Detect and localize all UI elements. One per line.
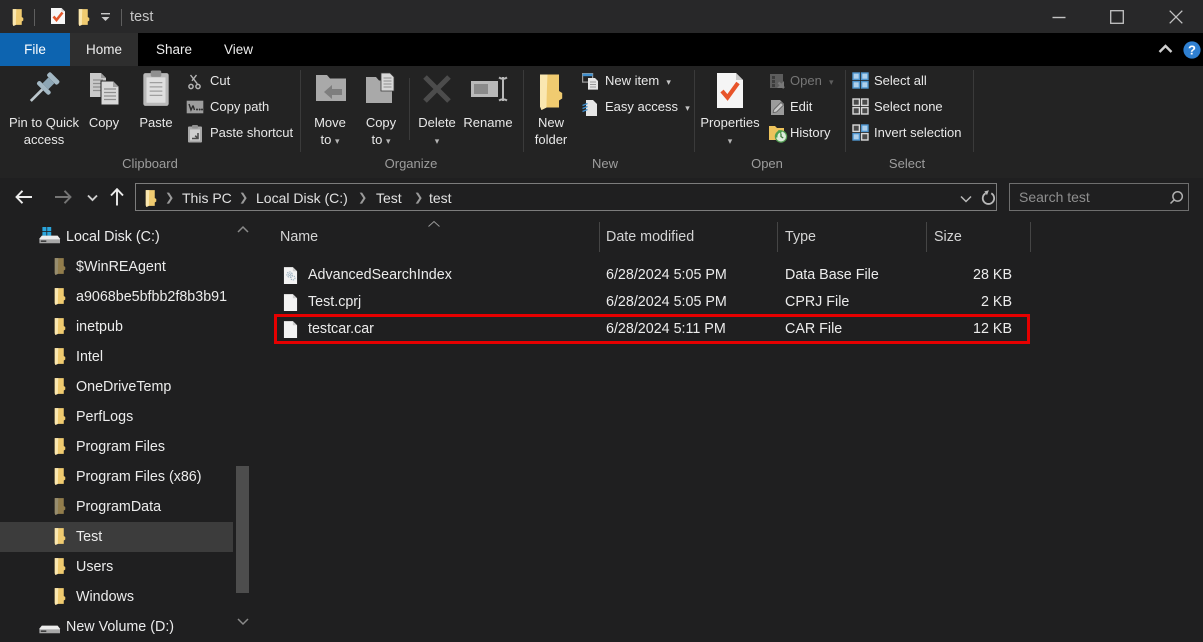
- svg-text:?: ?: [1188, 42, 1196, 57]
